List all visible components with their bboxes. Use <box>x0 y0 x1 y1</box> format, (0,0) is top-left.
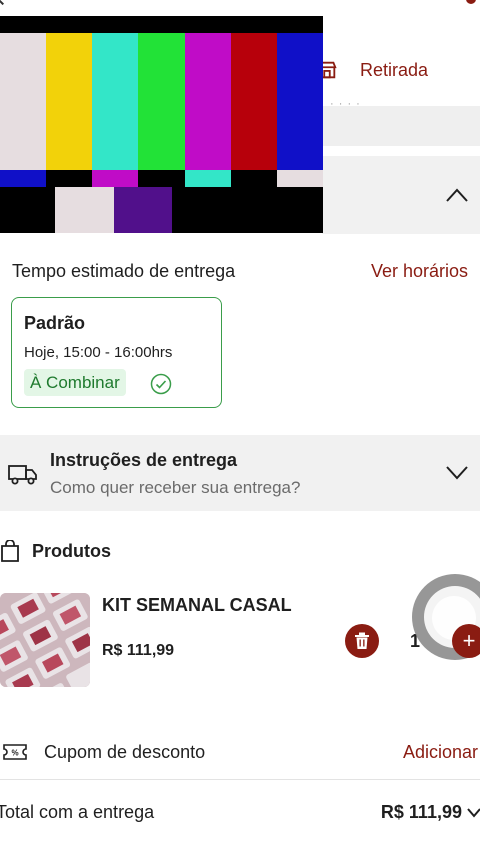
color-bar-mid-4 <box>184 170 231 187</box>
check-circle-icon <box>150 373 172 395</box>
color-bar-mid-0 <box>0 170 47 187</box>
color-block-purple <box>114 187 172 233</box>
color-bar-0 <box>0 33 47 170</box>
coupon-label: Cupom de desconto <box>44 742 206 762</box>
total-label: Total com a entrega <box>0 802 155 822</box>
color-bars-top <box>0 33 323 170</box>
delivery-option-card[interactable]: Padrão Hoje, 15:00 - 16:00hrs À Combinar <box>11 297 222 408</box>
back-arrow-icon[interactable] <box>0 0 12 6</box>
address-strip <box>322 106 480 146</box>
coupon-icon: % <box>3 744 27 760</box>
pickup-option[interactable]: Retirada <box>317 50 480 90</box>
divider <box>0 779 480 780</box>
meat-packages-image <box>0 593 90 687</box>
delivery-option-title: Padrão <box>24 313 86 333</box>
product-price: R$ 111,99 <box>102 642 175 659</box>
status-badge: À Combinar <box>24 369 126 396</box>
instructions-subtitle: Como quer receber sua entrega? <box>50 478 301 497</box>
color-bar-mid-5 <box>230 170 277 187</box>
chevron-down-icon[interactable] <box>467 808 480 818</box>
increase-quantity-button[interactable]: + <box>452 624 480 658</box>
trash-icon <box>355 632 369 649</box>
color-bars-mid <box>0 170 323 187</box>
delivery-option-time: Hoje, 15:00 - 16:00hrs <box>24 344 173 361</box>
plus-icon: + <box>462 628 476 653</box>
color-bar-mid-6 <box>276 170 323 187</box>
color-block-white <box>55 187 114 233</box>
color-bar-2 <box>92 33 139 170</box>
add-coupon-button[interactable]: Adicionar <box>403 742 478 763</box>
status-badge-text: À Combinar <box>30 372 120 392</box>
products-title: Produtos <box>32 541 111 561</box>
instructions-title: Instruções de entrega <box>50 450 238 470</box>
product-name: KIT SEMANAL CASAL <box>102 595 292 615</box>
color-bar-6 <box>276 33 323 170</box>
color-bar-mid-3 <box>138 170 185 187</box>
color-bar-3 <box>138 33 185 170</box>
total-value: R$ 111,99 <box>380 802 462 822</box>
color-bars-overlay <box>0 16 323 233</box>
shopping-bag-icon <box>1 540 19 562</box>
color-bar-1 <box>46 33 93 170</box>
pickup-label: Retirada <box>360 59 429 80</box>
product-image <box>0 593 90 687</box>
color-bar-mid-2 <box>92 170 139 187</box>
svg-text:%: % <box>11 749 18 758</box>
address-partial-text: · · · · <box>330 98 361 110</box>
truck-icon <box>8 465 37 485</box>
delivery-time-label: Tempo estimado de entrega <box>12 261 236 281</box>
chevron-down-icon[interactable] <box>446 466 468 480</box>
color-bar-4 <box>184 33 231 170</box>
cart-badge-icon <box>466 0 476 4</box>
view-schedules-link[interactable]: Ver horários <box>371 261 468 282</box>
chevron-up-icon[interactable] <box>446 188 468 202</box>
delivery-instructions-row[interactable]: Instruções de entrega Como quer receber … <box>0 435 480 511</box>
color-bar-mid-1 <box>46 170 93 187</box>
remove-item-button[interactable] <box>345 624 379 658</box>
color-bar-5 <box>230 33 277 170</box>
